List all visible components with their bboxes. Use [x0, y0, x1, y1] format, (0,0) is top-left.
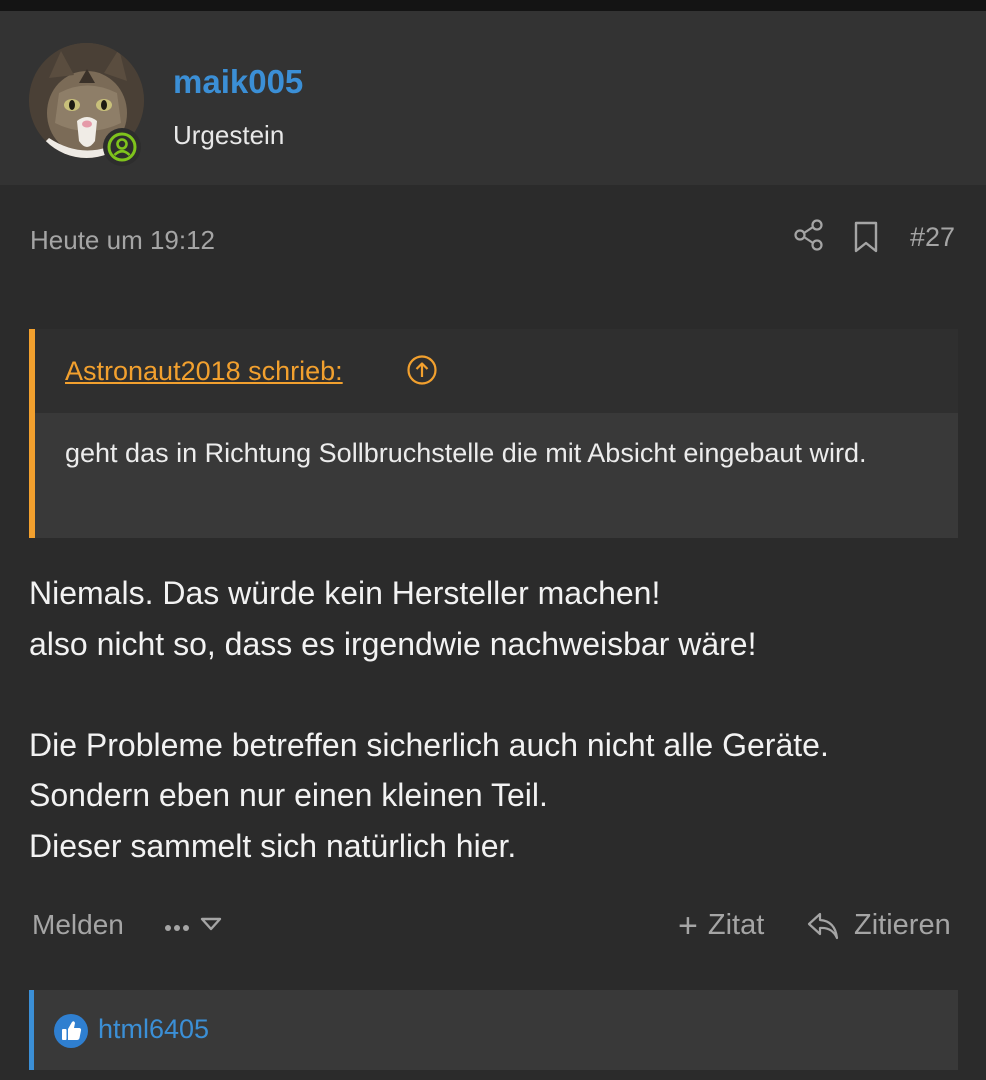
- arrow-up-circle-icon[interactable]: [406, 354, 438, 386]
- quote-content: geht das in Richtung Sollbruchstelle die…: [35, 413, 958, 538]
- add-quote-button[interactable]: + Zitat: [678, 906, 765, 945]
- report-link[interactable]: Melden: [32, 909, 124, 941]
- post-message: Niemals. Das würde kein Hersteller mache…: [29, 568, 959, 871]
- quote-author-link[interactable]: Astronaut2018 schrieb:: [65, 356, 343, 387]
- message-line: also nicht so, dass es irgendwie nachwei…: [29, 625, 757, 662]
- message-line: Die Probleme betreffen sicherlich auch n…: [29, 726, 829, 763]
- add-quote-label: Zitat: [707, 909, 765, 941]
- more-dots-icon[interactable]: [164, 910, 224, 944]
- post-number-link[interactable]: #27: [910, 222, 955, 253]
- top-bar: [0, 0, 986, 11]
- reply-arrow-icon: [807, 912, 839, 939]
- message-line: Sondern eben nur einen kleinen Teil.: [29, 777, 548, 813]
- plus-icon: +: [678, 906, 698, 945]
- reactions-bar: html6405: [29, 990, 958, 1070]
- quote-header: Astronaut2018 schrieb:: [35, 329, 958, 413]
- reaction-user-link[interactable]: html6405: [98, 1014, 209, 1045]
- user-title: Urgestein: [173, 120, 285, 150]
- quote-block: Astronaut2018 schrieb: geht das in Richt…: [29, 329, 958, 538]
- post-user-header: maik005 Urgestein: [0, 11, 986, 185]
- message-line-break: [29, 669, 959, 720]
- online-status-badge: [103, 128, 141, 166]
- message-line: Niemals. Das würde kein Hersteller mache…: [29, 575, 661, 611]
- bookmark-icon[interactable]: [852, 220, 880, 254]
- reply-quote-button[interactable]: Zitieren: [806, 909, 951, 942]
- share-icon[interactable]: [793, 218, 825, 252]
- post-date[interactable]: Heute um 19:12: [30, 225, 215, 256]
- reactions-accent-bar: [29, 990, 34, 1070]
- quote-text: geht das in Richtung Sollbruchstelle die…: [65, 438, 867, 468]
- username-link[interactable]: maik005: [173, 63, 303, 101]
- thumbs-up-icon[interactable]: [54, 1014, 88, 1048]
- online-user-icon: [107, 132, 137, 162]
- reply-quote-label: Zitieren: [854, 909, 951, 941]
- message-line: Dieser sammelt sich natürlich hier.: [29, 827, 517, 864]
